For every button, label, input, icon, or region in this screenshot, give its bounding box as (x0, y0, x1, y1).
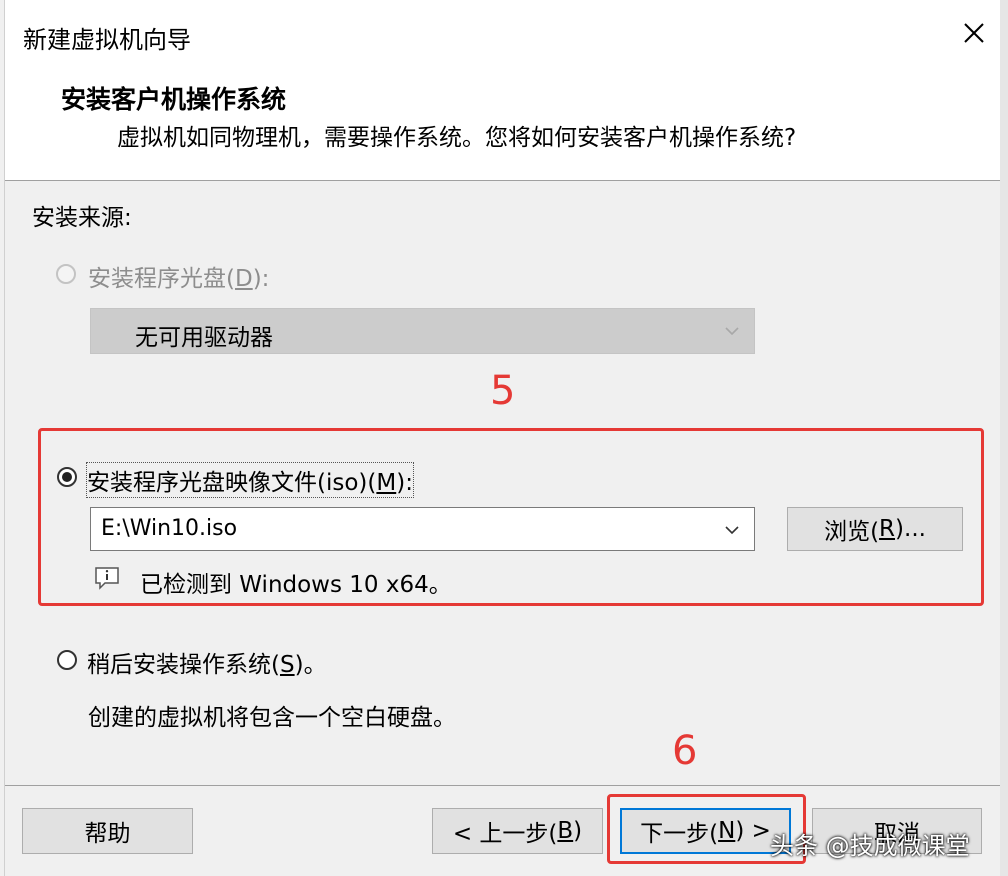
iso-radio-label[interactable]: 安装程序光盘映像文件(iso)(M): (86, 462, 414, 498)
annotation-step5-number: 5 (490, 368, 516, 414)
iso-path-value[interactable]: E:\Win10.iso (101, 516, 237, 541)
disc-radio (56, 264, 76, 284)
wizard-header: 新建虚拟机向导 安装客户机操作系统 虚拟机如同物理机，需要操作系统。您将如何安装… (5, 0, 1000, 181)
new-vm-wizard-dialog: 新建虚拟机向导 安装客户机操作系统 虚拟机如同物理机，需要操作系统。您将如何安装… (0, 0, 1008, 876)
detected-os-text: 已检测到 Windows 10 x64。 (140, 572, 452, 598)
watermark-text: 头条 @技成微课堂 (770, 832, 970, 860)
install-later-label[interactable]: 稍后安装操作系统(S)。 (87, 645, 327, 679)
window-title: 新建虚拟机向导 (23, 26, 191, 54)
disc-radio-label: 安装程序光盘(D): (88, 266, 270, 292)
page-heading: 安装客户机操作系统 (61, 85, 287, 114)
back-button[interactable]: < 上一步(B) (432, 808, 603, 854)
close-icon (964, 23, 984, 43)
install-later-radio[interactable] (57, 650, 77, 670)
help-button[interactable]: 帮助 (22, 808, 193, 854)
close-button[interactable] (951, 10, 997, 56)
footer-divider (5, 785, 1000, 786)
install-later-description: 创建的虚拟机将包含一个空白硬盘。 (88, 705, 456, 731)
next-button[interactable]: 下一步(N) > (620, 808, 791, 854)
window-right-edge (1000, 0, 1008, 876)
annotation-step6-number: 6 (672, 728, 698, 774)
chevron-down-icon[interactable] (722, 520, 742, 540)
chevron-down-icon (725, 327, 739, 336)
disc-drive-select: 无可用驱动器 (90, 308, 755, 354)
iso-path-combobox[interactable]: E:\Win10.iso (90, 507, 755, 551)
iso-radio[interactable] (57, 467, 77, 487)
browse-button[interactable]: 浏览(R)... (787, 507, 963, 551)
info-icon (95, 567, 119, 590)
disc-drive-value: 无可用驱动器 (135, 325, 273, 351)
page-subheading: 虚拟机如同物理机，需要操作系统。您将如何安装客户机操作系统? (117, 125, 797, 151)
install-source-label: 安装来源: (32, 205, 132, 231)
